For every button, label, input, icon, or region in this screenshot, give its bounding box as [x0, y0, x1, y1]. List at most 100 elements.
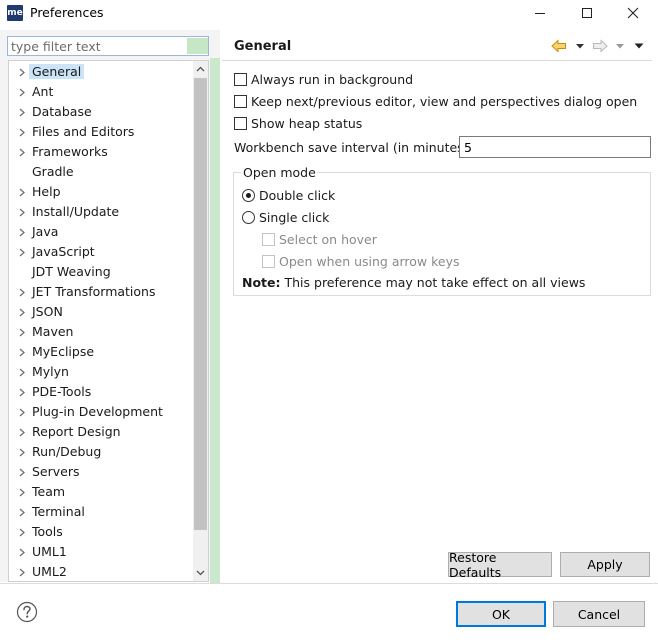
- chevron-right-icon[interactable]: [18, 388, 26, 397]
- note-text: Note: This preference may not take effec…: [242, 275, 585, 290]
- show-heap-status-option[interactable]: Show heap status: [234, 114, 362, 132]
- double-click-option[interactable]: Double click: [242, 186, 335, 204]
- chevron-right-icon[interactable]: [18, 308, 26, 317]
- view-menu-icon[interactable]: [634, 41, 644, 51]
- chevron-right-icon[interactable]: [18, 488, 26, 497]
- filter-clear-button[interactable]: [187, 38, 208, 54]
- tree-item[interactable]: JavaScript: [9, 242, 193, 262]
- chevron-right-icon[interactable]: [18, 408, 26, 417]
- tree-item[interactable]: UML1: [9, 542, 193, 562]
- filter-input[interactable]: [7, 36, 209, 56]
- tree-item[interactable]: Plug-in Development: [9, 402, 193, 422]
- tree-item[interactable]: Java: [9, 222, 193, 242]
- tree-item[interactable]: Maven: [9, 322, 193, 342]
- tree-item[interactable]: PDE-Tools: [9, 382, 193, 402]
- forward-dropdown-icon: [616, 44, 624, 49]
- maximize-button[interactable]: [564, 0, 610, 26]
- tree-item[interactable]: Report Design: [9, 422, 193, 442]
- close-window-button[interactable]: [610, 0, 656, 26]
- always-run-background-label: Always run in background: [251, 71, 414, 87]
- tree-item-label: Team: [32, 484, 66, 499]
- tree-item[interactable]: Run/Debug: [9, 442, 193, 462]
- chevron-right-icon[interactable]: [18, 208, 26, 217]
- tree-item-label: Ant: [32, 84, 54, 99]
- chevron-right-icon[interactable]: [18, 228, 26, 237]
- back-arrow-icon[interactable]: [550, 37, 568, 55]
- scroll-down-icon[interactable]: [193, 564, 208, 581]
- close-icon: [627, 7, 639, 19]
- chevron-right-icon[interactable]: [18, 248, 26, 257]
- chevron-right-icon[interactable]: [18, 108, 26, 117]
- always-run-background-checkbox[interactable]: [234, 72, 247, 86]
- tree-item[interactable]: Ant: [9, 82, 193, 102]
- tree-item[interactable]: General: [9, 62, 193, 82]
- chevron-right-icon[interactable]: [18, 528, 26, 537]
- pane-divider[interactable]: [210, 58, 220, 584]
- note-prefix: Note:: [242, 275, 281, 290]
- tree-item[interactable]: Gradle: [9, 162, 193, 182]
- chevron-right-icon[interactable]: [18, 188, 26, 197]
- tree-item-label: Report Design: [32, 424, 121, 439]
- tree-item[interactable]: JDT Weaving: [9, 262, 193, 282]
- tree-item[interactable]: Install/Update: [9, 202, 193, 222]
- tree-item-label: JET Transformations: [32, 284, 156, 299]
- chevron-right-icon[interactable]: [18, 548, 26, 557]
- tree-item[interactable]: JET Transformations: [9, 282, 193, 302]
- chevron-right-icon[interactable]: [18, 428, 26, 437]
- scroll-up-icon[interactable]: [193, 61, 208, 78]
- tree-item[interactable]: MyEclipse: [9, 342, 193, 362]
- tree-item[interactable]: Terminal: [9, 502, 193, 522]
- tree-item[interactable]: Servers: [9, 462, 193, 482]
- chevron-right-icon[interactable]: [18, 448, 26, 457]
- always-run-background-option[interactable]: Always run in background: [234, 70, 413, 88]
- tree-item-label: UML2: [32, 564, 67, 579]
- chevron-right-icon[interactable]: [18, 348, 26, 357]
- tree-item[interactable]: Mylyn: [9, 362, 193, 382]
- chevron-right-icon[interactable]: [18, 568, 26, 577]
- tree-item-label: Mylyn: [32, 364, 69, 379]
- chevron-right-icon[interactable]: [18, 368, 26, 377]
- open-arrow-keys-checkbox: [262, 254, 275, 268]
- tree-item[interactable]: Frameworks: [9, 142, 193, 162]
- cancel-button[interactable]: Cancel: [553, 601, 645, 627]
- minimize-button[interactable]: [517, 0, 563, 26]
- window-title: Preferences: [30, 5, 104, 20]
- tree-item[interactable]: Help: [9, 182, 193, 202]
- tree-item-label: JSON: [32, 304, 63, 319]
- back-dropdown-icon[interactable]: [575, 41, 585, 51]
- show-heap-status-checkbox[interactable]: [234, 116, 247, 130]
- footer-separator: [0, 583, 658, 584]
- keep-next-previous-option[interactable]: Keep next/previous editor, view and pers…: [234, 92, 637, 110]
- tree-item[interactable]: Tools: [9, 522, 193, 542]
- scroll-thumb[interactable]: [194, 78, 207, 530]
- chevron-right-icon[interactable]: [18, 288, 26, 297]
- tree-item-label: Database: [32, 104, 92, 119]
- help-icon[interactable]: [16, 601, 38, 623]
- chevron-right-icon[interactable]: [18, 68, 26, 77]
- tree-item[interactable]: UML2: [9, 562, 193, 581]
- chevron-right-icon[interactable]: [18, 508, 26, 517]
- tree-item[interactable]: JSON: [9, 302, 193, 322]
- single-click-option[interactable]: Single click: [242, 208, 329, 226]
- tree-item[interactable]: Database: [9, 102, 193, 122]
- double-click-radio[interactable]: [242, 188, 255, 202]
- tree-item[interactable]: Team: [9, 482, 193, 502]
- tree-item-label: Java: [32, 224, 59, 239]
- ok-button[interactable]: OK: [456, 601, 546, 627]
- keep-next-previous-checkbox[interactable]: [234, 94, 247, 108]
- chevron-right-icon[interactable]: [18, 148, 26, 157]
- apply-button[interactable]: Apply: [560, 552, 650, 577]
- chevron-right-icon[interactable]: [18, 88, 26, 97]
- tree-item[interactable]: Files and Editors: [9, 122, 193, 142]
- tree-scrollbar[interactable]: [193, 61, 208, 581]
- chevron-right-icon[interactable]: [18, 128, 26, 137]
- save-interval-input[interactable]: [459, 136, 651, 158]
- chevron-right-icon[interactable]: [18, 468, 26, 477]
- tree-item-label: Maven: [32, 324, 74, 339]
- tree-item-label: Gradle: [32, 164, 74, 179]
- chevron-right-icon[interactable]: [18, 328, 26, 337]
- restore-defaults-button[interactable]: Restore Defaults: [448, 550, 552, 580]
- single-click-label: Single click: [259, 209, 330, 225]
- tree-item-label: Files and Editors: [32, 124, 135, 139]
- single-click-radio[interactable]: [242, 210, 255, 224]
